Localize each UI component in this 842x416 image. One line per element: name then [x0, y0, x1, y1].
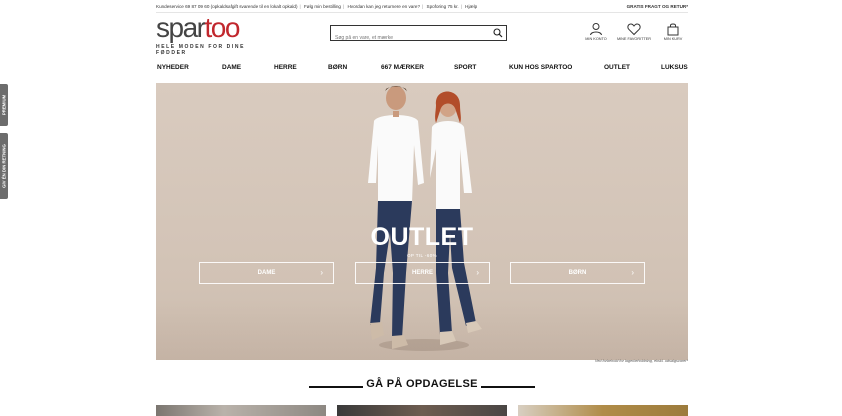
user-icon — [590, 23, 602, 36]
chevron-right-icon: › — [320, 268, 323, 277]
nav-item-dame[interactable]: DAME — [222, 61, 241, 75]
top-info-links: Kundeservice 69 87 09 60 (opkaldsafgift … — [156, 4, 478, 9]
heading-line-right — [481, 386, 535, 388]
hero-disclaimer: Ved forbehold for lagerbeholdning, ekskl… — [594, 359, 688, 363]
discover-title: GÅ PÅ OPDAGELSE — [366, 378, 478, 390]
chevron-right-icon: › — [476, 268, 479, 277]
main-nav: NYHEDER DAME HERRE BØRN 667 MÆRKER SPORT… — [156, 61, 688, 75]
favorites-button[interactable]: MINE FAVORITTER — [616, 22, 652, 41]
page: Kundeservice 69 87 09 60 (opkaldsafgift … — [0, 0, 842, 416]
hero-button-herre[interactable]: HERRE › — [355, 262, 490, 284]
nav-item-nyheder[interactable]: NYHEDER — [157, 61, 189, 75]
cart-button[interactable]: MIN KURV — [655, 22, 691, 41]
bag-icon — [667, 23, 679, 36]
gift-side-tab[interactable]: GIV ÉN DIN RETNING — [0, 133, 8, 199]
discover-heading: GÅ PÅ OPDAGELSE — [156, 378, 688, 394]
premium-side-tab[interactable]: PREMIUM — [0, 84, 8, 126]
models-photo — [368, 86, 482, 351]
nav-item-born[interactable]: BØRN — [328, 61, 347, 75]
favorites-label: MINE FAVORITTER — [616, 37, 652, 41]
track-order-link[interactable]: Følg min bestilling — [304, 4, 341, 9]
nav-item-luksus[interactable]: LUKSUS — [661, 61, 688, 75]
nav-item-brands[interactable]: 667 MÆRKER — [381, 61, 424, 75]
logo-tagline: HELE MODEN FOR DINE FØDDER — [156, 44, 246, 56]
cart-label: MIN KURV — [663, 37, 683, 41]
hero-button-dame-label: DAME — [257, 270, 276, 276]
header-icons: MIN KONTO MINE FAVORITTER MIN KURV — [578, 22, 690, 44]
top-info-bar: Kundeservice 69 87 09 60 (opkaldsafgift … — [156, 2, 688, 12]
returns-link[interactable]: Hvordan kan jeg returnere en vare? — [347, 4, 420, 9]
free-shipping-link[interactable]: GRATIS FRAGT OG RETUR* — [627, 2, 688, 12]
search-input[interactable] — [331, 31, 481, 45]
customer-service-text: Kundeservice 69 87 09 60 (opkaldsafgift … — [156, 4, 298, 9]
search-box — [330, 25, 507, 45]
nav-item-outlet[interactable]: OUTLET — [604, 61, 630, 75]
hero-banner[interactable]: OUTLET OP TIL -60% DAME › HERRE › BØRN › — [156, 83, 688, 360]
nav-item-herre[interactable]: HERRE — [274, 61, 297, 75]
hero-button-born[interactable]: BØRN › — [510, 262, 645, 284]
category-thumbnail[interactable] — [156, 405, 326, 416]
hero-button-born-label: BØRN — [568, 270, 587, 276]
premium-side-tab-label: PREMIUM — [1, 94, 7, 116]
hero-button-herre-label: HERRE — [411, 270, 433, 276]
account-button[interactable]: MIN KONTO — [578, 22, 614, 41]
chevron-right-icon: › — [631, 268, 634, 277]
hero-button-dame[interactable]: DAME › — [199, 262, 334, 284]
category-thumbnail[interactable] — [337, 405, 507, 416]
category-thumbnail[interactable] — [518, 405, 688, 416]
logo-word-2: too — [204, 12, 240, 43]
gift-side-tab-label: GIV ÉN DIN RETNING — [1, 144, 7, 188]
account-label: MIN KONTO — [585, 37, 607, 41]
logo-word-1: spar — [156, 12, 206, 43]
help-link[interactable]: Hjælp — [465, 4, 477, 9]
heart-icon — [627, 23, 641, 36]
hero-title: OUTLET — [370, 223, 474, 251]
hero-subtitle: OP TIL -60% — [406, 253, 438, 258]
shipping-text: Spoforing 75 kr. — [426, 4, 459, 9]
nav-item-exclusive[interactable]: KUN HOS SPARTOO — [509, 61, 572, 75]
search-icon[interactable] — [493, 28, 503, 38]
nav-item-sport[interactable]: SPORT — [454, 61, 476, 75]
spartoo-logo[interactable]: spartoo HELE MODEN FOR DINE FØDDER — [156, 12, 260, 57]
